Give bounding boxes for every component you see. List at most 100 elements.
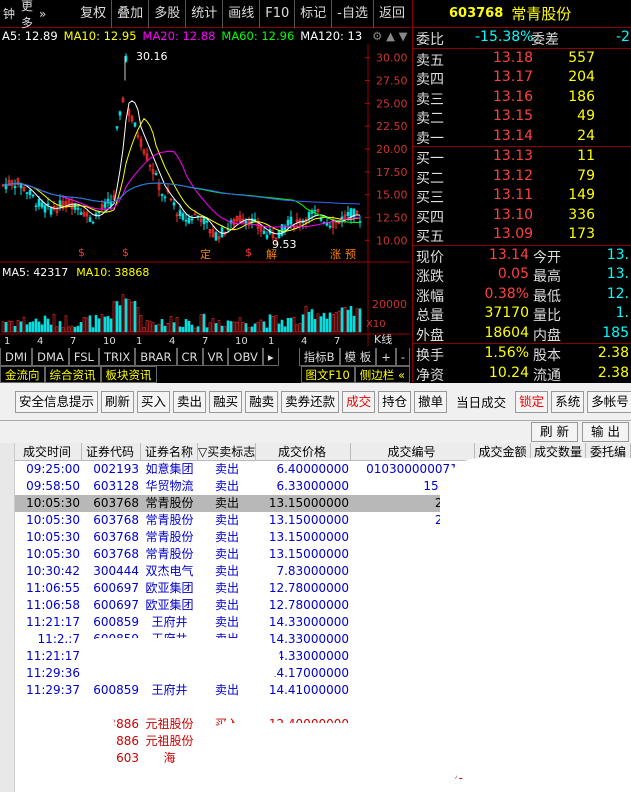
indicator-tab[interactable]: TRIX — [98, 348, 136, 366]
trade-button[interactable]: 买入 — [137, 390, 171, 413]
trade-button[interactable]: 锁定 — [515, 390, 549, 413]
trade-button[interactable]: 撤单 — [414, 390, 448, 413]
today-trades-label: 当日成交 — [456, 395, 507, 410]
book-price: 13.17 — [493, 69, 534, 85]
column-header[interactable]: ▽买卖标志 — [198, 443, 256, 460]
restore-rights-button[interactable]: 复权 — [75, 0, 113, 28]
sidebar-toggle[interactable]: 侧边栏 « — [354, 366, 410, 383]
candle-body — [181, 213, 185, 220]
table-cell: 13.15000000 — [268, 513, 349, 527]
event-marker[interactable]: 预 — [345, 248, 356, 261]
indicator-tab[interactable]: DMI — [0, 348, 33, 366]
table-cell: 7.83000000 — [276, 564, 349, 578]
indicator-tab[interactable]: BRAR — [135, 348, 177, 366]
volume-bar — [265, 327, 269, 333]
more-button[interactable]: 更多 — [18, 0, 36, 31]
stat-label: 换手 — [416, 348, 444, 364]
book-label: 买四 — [416, 209, 444, 226]
event-marker[interactable]: 定 — [200, 247, 211, 261]
column-header[interactable]: 证券名称 — [141, 443, 198, 460]
statistics-button[interactable]: 统计 — [186, 0, 224, 28]
event-marker[interactable]: 涨 — [330, 248, 341, 261]
column-header[interactable]: 成交时间 — [15, 443, 82, 460]
ask-row[interactable]: 卖三 13.16 186 — [413, 88, 631, 108]
volume-bar — [124, 298, 128, 333]
indicator-tab[interactable]: 模 板 — [339, 348, 377, 366]
export-button[interactable]: 输 出 — [582, 422, 629, 442]
volume-bar — [352, 315, 356, 333]
kline-label[interactable]: K线 — [374, 332, 392, 346]
tab-fund-flow[interactable]: 金流向 — [0, 366, 45, 383]
indicator-tab[interactable]: + — [376, 348, 396, 366]
tab-news[interactable]: 综合资讯 — [44, 366, 101, 383]
event-marker[interactable]: $ — [245, 246, 252, 259]
indicator-tab[interactable]: DMA — [32, 348, 69, 366]
ask-row[interactable]: 卖四 13.17 204 — [413, 68, 631, 88]
volume-bar — [187, 320, 191, 333]
indicator-tab[interactable]: CR — [176, 348, 203, 366]
mark-button[interactable]: 标记 — [295, 0, 333, 28]
stat-label: 净资 — [416, 367, 444, 384]
trade-button[interactable]: 系统 — [551, 390, 585, 413]
bid-row[interactable]: 买四 13.10 336 — [413, 206, 631, 226]
event-marker[interactable]: $ — [78, 246, 85, 259]
bid-row[interactable]: 买五 13.09 173 — [413, 225, 631, 245]
volume-bar — [307, 311, 311, 333]
ask-row[interactable]: 卖二 13.15 49 — [413, 107, 631, 127]
event-marker[interactable]: $ — [122, 246, 129, 259]
back-button[interactable]: 返回 — [374, 0, 410, 28]
table-cell — [256, 699, 351, 716]
stat-label: 量比 — [533, 308, 561, 324]
bid-row[interactable]: 买二 13.12 79 — [413, 167, 631, 187]
trade-button[interactable]: 持仓 — [378, 390, 412, 413]
trade-button[interactable]: 卖券还款 — [281, 390, 340, 413]
trade-button[interactable]: 安全信息提示 — [15, 390, 99, 413]
column-header[interactable]: 成交编号 — [351, 443, 475, 460]
expand-icon[interactable]: » — [36, 7, 49, 21]
trade-button[interactable]: 刷新 — [101, 390, 135, 413]
trade-button[interactable]: 融卖 — [245, 390, 279, 413]
column-header[interactable]: 成交价格 — [256, 443, 351, 460]
table-cell: 11:29:37 — [26, 683, 80, 697]
indicator-tab[interactable]: FSL — [68, 348, 99, 366]
trade-button-bar: 安全信息提示 刷新 买入 卖出 融买 融卖 卖券还款 成交 持仓 撤单 当日成交 锁定 系统 多帐号 — [0, 383, 631, 421]
volume-bar — [241, 322, 245, 333]
volume-bar — [223, 326, 227, 333]
indicator-tab[interactable]: OBV — [228, 348, 263, 366]
trade-button[interactable]: 融买 — [209, 390, 243, 413]
volume-bar — [148, 320, 152, 333]
candle-body — [34, 205, 38, 208]
bid-row[interactable]: 买三 13.11 149 — [413, 186, 631, 206]
tab-sector-news[interactable]: 板块资讯 — [100, 366, 157, 383]
f10-button[interactable]: F10 — [260, 0, 296, 28]
period-button[interactable]: 钟 — [0, 5, 18, 22]
draw-line-button[interactable]: 画线 — [223, 0, 261, 28]
refresh-button[interactable]: 刷 新 — [531, 422, 579, 442]
stat-value: 0.38% — [484, 285, 529, 302]
ma-settings-icon[interactable]: ⚙ ▲ ▼ — [372, 29, 407, 43]
indicator-tab[interactable]: ▸ — [262, 348, 279, 366]
indicator-tab[interactable]: VR — [202, 348, 229, 366]
candle-body — [28, 189, 32, 195]
trade-button[interactable]: 卖出 — [173, 390, 207, 413]
indicator-tab[interactable]: 指标B — [298, 348, 340, 366]
volume-bar — [16, 319, 20, 333]
table-cell — [141, 699, 198, 716]
multi-stock-button[interactable]: 多股 — [149, 0, 187, 28]
ask-row[interactable]: 卖一 13.14 24 — [413, 127, 631, 147]
table-cell: 11:06:58 — [26, 598, 80, 612]
bid-row[interactable]: 买一 13.13 11 — [413, 147, 631, 167]
volume-bar — [217, 320, 221, 333]
column-header[interactable]: 证券代码 — [82, 443, 141, 460]
ask-row[interactable]: 卖五 13.18 557 — [413, 49, 631, 69]
trade-button[interactable]: 多帐号 — [587, 390, 631, 413]
volume-bar — [106, 316, 110, 333]
watchlist-button[interactable]: -自选 — [332, 0, 374, 28]
indicator-tab[interactable]: - — [395, 348, 410, 366]
volume-bar — [46, 318, 50, 333]
tab-f10-graphic[interactable]: 图文F10 — [300, 366, 355, 383]
overlay-button[interactable]: 叠加 — [112, 0, 150, 28]
trade-button[interactable]: 成交 — [342, 390, 376, 413]
kline-chart[interactable]: 30.00 27.50 25.00 22.50 20.00 17.50 15.00 12.50… — [0, 44, 410, 346]
event-marker[interactable]: 解 — [266, 247, 277, 261]
